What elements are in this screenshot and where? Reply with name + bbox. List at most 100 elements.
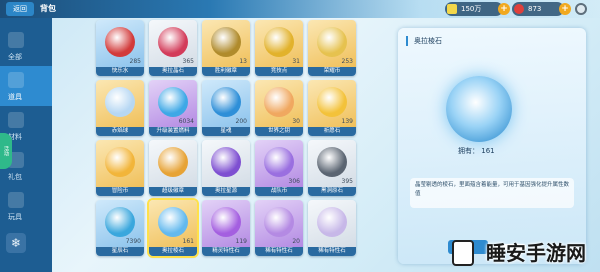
- item-count: 7390: [125, 238, 141, 245]
- props-icon: [8, 72, 24, 88]
- item-count: 31: [292, 58, 300, 65]
- item-count: 6034: [178, 118, 194, 125]
- gem-value: 873: [528, 5, 542, 13]
- item-icon: [158, 207, 188, 237]
- add-gold-button[interactable]: +: [498, 3, 510, 15]
- item-count: 119: [235, 238, 247, 245]
- item-count: 200: [235, 118, 247, 125]
- item-slot[interactable]: 冒险币: [96, 140, 144, 196]
- item-icon: [264, 147, 294, 177]
- settings-gear-icon[interactable]: [575, 3, 587, 15]
- item-slot[interactable]: 稀有特性石: [308, 200, 356, 256]
- sidebar-item-all[interactable]: 全部: [0, 26, 52, 66]
- item-name: 稀有特性石: [255, 247, 303, 256]
- item-slot[interactable]: 161 奥拉棱石: [147, 198, 199, 258]
- item-icon: [211, 207, 241, 237]
- item-slot[interactable]: 31 竞技点: [255, 20, 303, 76]
- item-slot[interactable]: 306 战队币: [255, 140, 303, 196]
- item-art: [96, 140, 144, 187]
- item-art: [96, 80, 144, 127]
- item-count: 306: [288, 178, 300, 185]
- sidebar-item-label: 玩具: [8, 213, 22, 221]
- item-icon: [317, 207, 347, 237]
- sidebar: 全部 道具 材料 礼包 玩具 活动 ❄: [0, 18, 52, 272]
- item-slot[interactable]: 超级徽章: [149, 140, 197, 196]
- top-bar: 返回 背包 150万 + 873 +: [0, 0, 600, 18]
- item-count: 365: [182, 58, 194, 65]
- item-slot[interactable]: 119 精灵特性石: [202, 200, 250, 256]
- item-name: 奥拉晶石: [149, 67, 197, 76]
- item-name: 稀有特性石: [308, 247, 356, 256]
- item-count: 30: [292, 118, 300, 125]
- item-art: [202, 140, 250, 187]
- item-art: [308, 200, 356, 247]
- item-icon: [317, 147, 347, 177]
- detail-title: 奥拉棱石: [406, 36, 442, 46]
- item-count: 13: [239, 58, 247, 65]
- item-slot[interactable]: 285 快乐水: [96, 20, 144, 76]
- item-name: 精灵特性石: [202, 247, 250, 256]
- owned-count: 拥有： 161: [458, 146, 495, 156]
- item-name: 冒险币: [96, 187, 144, 196]
- item-grid: 285 快乐水 365 奥拉晶石 13 胜利徽章 31 竞技点 253 荣耀币赤焰球 6034 升级装…: [96, 20, 376, 272]
- item-icon: [317, 87, 347, 117]
- item-name: 超级徽章: [149, 187, 197, 196]
- crystal-gem-icon: [446, 76, 512, 142]
- gold-value: 150万: [461, 5, 482, 13]
- owned-label: 拥有：: [458, 147, 479, 155]
- sidebar-item-label: 道具: [8, 93, 22, 101]
- item-slot[interactable]: 365 奥拉晶石: [149, 20, 197, 76]
- item-slot[interactable]: 13 胜利徽章: [202, 20, 250, 76]
- item-icon: [158, 147, 188, 177]
- snowflake-icon[interactable]: ❄: [6, 233, 26, 253]
- red-gem-icon: [514, 4, 524, 14]
- item-description: 晶莹剔透的棱石，里面蕴含着能量，可用于基因强化提升属性数值: [410, 178, 574, 208]
- watermark-logo-icon: [452, 240, 474, 266]
- item-icon: [211, 27, 241, 57]
- item-count: 161: [182, 238, 194, 245]
- item-icon: [211, 87, 241, 117]
- item-icon: [105, 207, 135, 237]
- item-slot[interactable]: 139 祈愿石: [308, 80, 356, 136]
- add-gem-button[interactable]: +: [559, 3, 571, 15]
- watermark-text: 睡安手游网: [486, 241, 586, 265]
- owned-value: 161: [481, 147, 495, 155]
- item-count: 395: [341, 178, 353, 185]
- item-name: 快乐水: [96, 67, 144, 76]
- item-name: 黑洞原石: [308, 187, 356, 196]
- item-icon: [264, 207, 294, 237]
- item-name: 祈愿石: [308, 127, 356, 136]
- item-slot[interactable]: 200 星魂: [202, 80, 250, 136]
- item-name: 奥拉棱石: [149, 247, 197, 256]
- item-slot[interactable]: 赤焰球: [96, 80, 144, 136]
- item-icon: [105, 87, 135, 117]
- item-slot[interactable]: 20 稀有特性石: [255, 200, 303, 256]
- item-icon: [105, 27, 135, 57]
- item-count: 139: [341, 118, 353, 125]
- event-side-tab[interactable]: 活动: [0, 133, 12, 169]
- item-name: 胜利徽章: [202, 67, 250, 76]
- item-name: 荣耀币: [308, 67, 356, 76]
- item-count: 253: [341, 58, 353, 65]
- item-icon: [264, 87, 294, 117]
- item-slot[interactable]: 30 世界之钥: [255, 80, 303, 136]
- item-slot[interactable]: 6034 升级装置燃料: [149, 80, 197, 136]
- sidebar-item-props[interactable]: 道具: [0, 66, 52, 106]
- item-icon: [158, 87, 188, 117]
- item-name: 星辰石: [96, 247, 144, 256]
- sidebar-item-toys[interactable]: 玩具: [0, 186, 52, 226]
- page-title: 背包: [40, 4, 56, 13]
- gold-currency: 150万 +: [445, 2, 510, 16]
- back-button[interactable]: 返回: [6, 2, 34, 16]
- item-name: 战队币: [255, 187, 303, 196]
- toy-icon: [8, 192, 24, 208]
- item-slot[interactable]: 253 荣耀币: [308, 20, 356, 76]
- item-art: [149, 140, 197, 187]
- gem-currency: 873 +: [512, 2, 571, 16]
- item-count: 285: [129, 58, 141, 65]
- item-icon: [105, 147, 135, 177]
- item-slot[interactable]: 奥拉星源: [202, 140, 250, 196]
- item-slot[interactable]: 7390 星辰石: [96, 200, 144, 256]
- item-icon: [264, 27, 294, 57]
- item-slot[interactable]: 395 黑洞原石: [308, 140, 356, 196]
